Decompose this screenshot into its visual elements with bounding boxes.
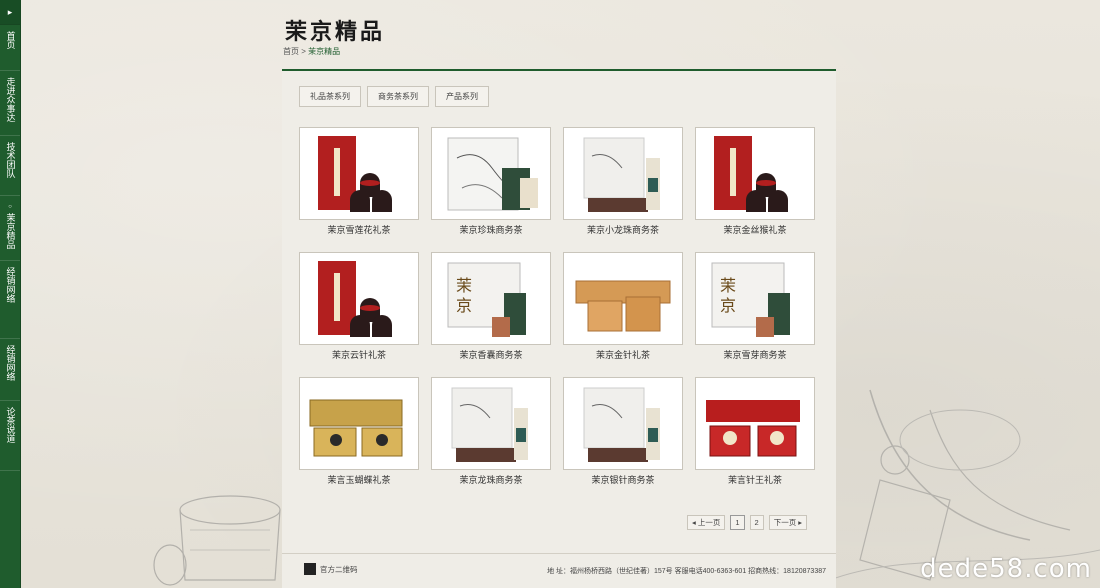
product-card[interactable]: 茉京珍珠商务茶: [431, 127, 551, 242]
sidebar-item-label: 茉京精品: [5, 213, 16, 249]
product-card[interactable]: 茉京云针礼茶: [299, 252, 419, 367]
product-image: [583, 387, 660, 462]
sidebar-item-tea-talk[interactable]: 论茶说道: [0, 401, 20, 471]
svg-text:茉: 茉: [456, 276, 472, 295]
prev-page-button[interactable]: ◂ 上一页: [687, 515, 726, 530]
breadcrumb-separator: >: [301, 47, 306, 56]
product-thumbnail[interactable]: [563, 127, 683, 220]
prev-page-label: 上一页: [697, 518, 721, 527]
page-title: 茉京精品: [285, 19, 386, 45]
product-name[interactable]: 茉京雪莲花礼茶: [299, 224, 419, 242]
product-thumbnail[interactable]: [431, 377, 551, 470]
contact-address: 地 址：福州杨桥西路（世纪佳著）157号 客服电话400-6363-601 招商…: [547, 568, 826, 575]
product-card[interactable]: 茉京雪莲花礼茶: [299, 127, 419, 242]
product-thumbnail[interactable]: [563, 252, 683, 345]
product-card[interactable]: 茉京金针礼茶: [563, 252, 683, 367]
sidebar-item-label: 论茶说道: [5, 407, 16, 443]
product-name[interactable]: 茉京小龙珠商务茶: [563, 224, 683, 242]
sidebar-item-label: 首页: [5, 31, 16, 49]
product-name[interactable]: 茉京龙珠商务茶: [431, 474, 551, 492]
footer: 官方二维码 地 址：福州杨桥西路（世纪佳著）157号 客服电话400-6363-…: [282, 553, 836, 588]
sidebar-item-home[interactable]: 首页: [0, 25, 20, 71]
product-image: [451, 387, 528, 462]
qr-label: 官方二维码: [320, 565, 358, 574]
pottery-sketch: [153, 495, 281, 586]
product-thumbnail[interactable]: [695, 127, 815, 220]
next-page-button[interactable]: 下一页 ▸: [768, 515, 808, 530]
product-thumbnail[interactable]: 茉 京: [431, 252, 551, 345]
product-card[interactable]: 茉京金丝猴礼茶: [695, 127, 815, 242]
chevron-right-icon: ▸: [7, 6, 13, 17]
breadcrumb-home-link[interactable]: 首页: [283, 47, 299, 56]
product-thumbnail[interactable]: [695, 377, 815, 470]
product-image: [714, 136, 788, 212]
tab-product-series[interactable]: 产品系列: [435, 86, 489, 107]
sidebar-item-products[interactable]: ○ 茉京精品: [0, 196, 20, 261]
product-name[interactable]: 茉京银针商务茶: [563, 474, 683, 492]
product-thumbnail[interactable]: [299, 377, 419, 470]
sidebar-toggle[interactable]: ▸: [0, 0, 20, 25]
pagination: ◂ 上一页 1 2 下一页 ▸: [687, 515, 808, 530]
sidebar-item-label: 经销网络: [5, 345, 16, 381]
next-page-label: 下一页: [773, 518, 797, 527]
product-grid: 茉京雪莲花礼茶 茉京珍珠商务茶 茉京小龙珠商务茶 茉京金丝猴礼茶 茉京云针礼茶 …: [299, 127, 815, 492]
product-name[interactable]: 茉京珍珠商务茶: [431, 224, 551, 242]
product-image: [309, 399, 403, 457]
page-1-button[interactable]: 1: [730, 515, 745, 530]
product-card[interactable]: 茉 京 茉京香囊商务茶: [431, 252, 551, 367]
breadcrumb-current: 茉京精品: [308, 47, 341, 56]
svg-text:京: 京: [456, 296, 472, 315]
product-thumbnail[interactable]: [299, 252, 419, 345]
product-thumbnail[interactable]: 茉 京: [695, 252, 815, 345]
product-thumbnail[interactable]: [431, 127, 551, 220]
sidebar-item-label: 技术团队: [5, 142, 16, 178]
product-image: 茉 京: [447, 262, 526, 337]
product-image: 茉 京: [711, 262, 790, 337]
product-image: [583, 137, 660, 212]
sidebar-item-network-2[interactable]: 经销网络: [0, 339, 20, 401]
circle-icon: ○: [8, 204, 12, 210]
product-image: [318, 261, 392, 337]
sidebar-item-label: 经销网络: [5, 267, 16, 303]
watermark: dede58.com: [920, 554, 1092, 584]
category-tabs: 礼品茶系列 商务茶系列 产品系列: [299, 86, 489, 107]
chevron-left-icon: ◂: [692, 518, 696, 527]
product-name[interactable]: 茉京金针礼茶: [563, 349, 683, 367]
svg-text:京: 京: [720, 296, 736, 315]
product-card[interactable]: 茉 京 茉京雪芽商务茶: [695, 252, 815, 367]
sidebar-item-about[interactable]: 走进众事达: [0, 71, 20, 136]
tab-business-tea[interactable]: 商务茶系列: [367, 86, 429, 107]
sidebar-nav: ▸ 首页 走进众事达 技术团队 ○ 茉京精品 经销网络 经销网络 论茶说道: [0, 0, 21, 588]
product-image: [447, 137, 538, 211]
product-name[interactable]: 茉言针王礼茶: [695, 474, 815, 492]
product-name[interactable]: 茉京香囊商务茶: [431, 349, 551, 367]
sidebar-item-network[interactable]: 经销网络: [0, 261, 20, 339]
product-name[interactable]: 茉京金丝猴礼茶: [695, 224, 815, 242]
product-thumbnail[interactable]: [299, 127, 419, 220]
qr-code-icon[interactable]: [304, 563, 316, 575]
product-image: [318, 136, 392, 212]
product-name[interactable]: 茉京云针礼茶: [299, 349, 419, 367]
tab-gift-tea[interactable]: 礼品茶系列: [299, 86, 361, 107]
product-name[interactable]: 茉京雪芽商务茶: [695, 349, 815, 367]
product-image: [575, 280, 671, 332]
product-card[interactable]: 茉京龙珠商务茶: [431, 377, 551, 492]
product-card[interactable]: 茉京小龙珠商务茶: [563, 127, 683, 242]
page-2-button[interactable]: 2: [749, 515, 764, 530]
product-card[interactable]: 茉京银针商务茶: [563, 377, 683, 492]
content-panel: 礼品茶系列 商务茶系列 产品系列 茉京雪莲花礼茶 茉京珍珠商务茶 茉京小龙珠商务…: [282, 69, 836, 588]
chevron-right-icon: ▸: [798, 518, 803, 527]
product-card[interactable]: 茉言针王礼茶: [695, 377, 815, 492]
sidebar-item-team[interactable]: 技术团队: [0, 136, 20, 196]
sidebar-item-label: 走进众事达: [5, 77, 16, 122]
svg-text:茉: 茉: [720, 276, 736, 295]
product-name[interactable]: 茉言玉蝴蝶礼茶: [299, 474, 419, 492]
product-image: [706, 400, 800, 457]
product-card[interactable]: 茉言玉蝴蝶礼茶: [299, 377, 419, 492]
breadcrumb: 首页 > 茉京精品: [283, 46, 340, 57]
product-thumbnail[interactable]: [563, 377, 683, 470]
